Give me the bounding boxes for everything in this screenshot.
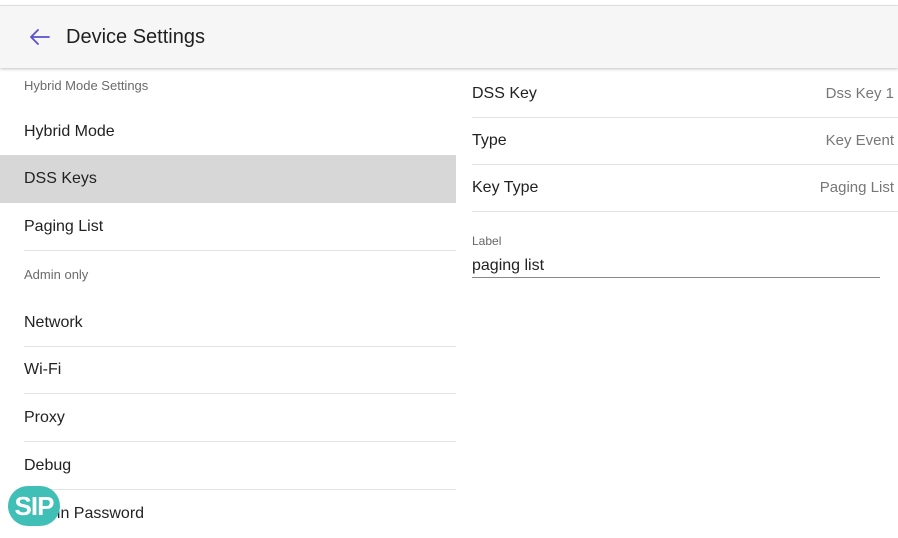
type-value: Key Event xyxy=(825,132,894,149)
key-type-label: Key Type xyxy=(472,178,539,196)
menu-item-admin-password[interactable]: Admin Password xyxy=(0,490,456,538)
menu-item-label: DSS Keys xyxy=(24,170,97,187)
menu-item-wifi[interactable]: Wi-Fi xyxy=(0,346,456,394)
back-button[interactable] xyxy=(26,23,54,51)
type-row[interactable]: Type Key Event xyxy=(472,117,898,165)
key-type-value: Paging List xyxy=(819,179,894,196)
section-header-hybrid: Hybrid Mode Settings xyxy=(24,78,149,93)
menu-item-label: Hybrid Mode xyxy=(24,123,115,140)
sip-badge: SIP xyxy=(8,486,60,526)
menu-item-label: Proxy xyxy=(24,409,65,426)
menu-item-network[interactable]: Network xyxy=(0,299,456,347)
menu-item-debug[interactable]: Debug xyxy=(0,442,456,490)
app-header: Device Settings xyxy=(0,6,898,68)
settings-menu: Hybrid Mode Settings Hybrid Mode DSS Key… xyxy=(0,68,456,529)
menu-item-dss-keys[interactable]: DSS Keys xyxy=(0,155,456,203)
dss-key-row[interactable]: DSS Key Dss Key 1 xyxy=(472,70,898,118)
menu-item-label: Network xyxy=(24,314,83,331)
menu-item-label: Wi-Fi xyxy=(24,361,62,378)
section-header-admin: Admin only xyxy=(24,267,89,282)
dss-key-value: Dss Key 1 xyxy=(825,85,894,102)
label-field-label: Label xyxy=(472,234,502,248)
divider xyxy=(24,250,456,251)
menu-item-hybrid-mode[interactable]: Hybrid Mode xyxy=(0,108,456,156)
detail-panel: DSS Key Dss Key 1 Type Key Event Key Typ… xyxy=(456,68,898,529)
arrow-left-icon xyxy=(30,29,50,45)
type-label: Type xyxy=(472,131,507,149)
menu-item-proxy[interactable]: Proxy xyxy=(0,394,456,442)
menu-item-label: Debug xyxy=(24,457,72,474)
menu-item-paging-list[interactable]: Paging List xyxy=(0,203,456,251)
key-type-row[interactable]: Key Type Paging List xyxy=(472,164,898,212)
menu-item-label: Paging List xyxy=(24,218,104,235)
dss-key-label: DSS Key xyxy=(472,84,537,102)
page-title: Device Settings xyxy=(66,25,205,48)
label-input[interactable] xyxy=(472,255,880,278)
